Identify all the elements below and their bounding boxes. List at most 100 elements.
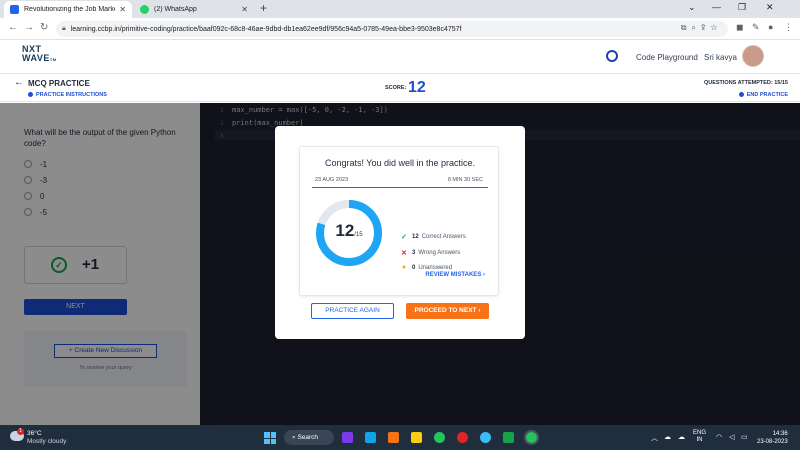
congrats-heading: Congrats! You did well in the practice. (324, 158, 476, 168)
code-playground-link[interactable]: Code Playground (636, 53, 698, 62)
review-mistakes-label: REVIEW MISTAKES (425, 272, 482, 278)
maximize-button[interactable]: ❐ (738, 2, 746, 13)
page-title: MCQ PRACTICE (28, 79, 90, 88)
clock-date: 23-08-2023 (757, 439, 788, 445)
address-bar[interactable]: 🔒︎ learning.ccbp.in/primitive-coding/pra… (56, 21, 728, 37)
browser-tab-strip: Revolutionizing the Job Market | ✕ (2) W… (0, 0, 800, 18)
teams-icon[interactable] (342, 432, 353, 443)
chrome-active-icon[interactable] (524, 430, 539, 445)
back-arrow-icon[interactable]: ← (14, 77, 24, 88)
url-text[interactable]: learning.ccbp.in/primitive-coding/practi… (71, 26, 462, 33)
profile-icon[interactable]: ● (768, 22, 773, 32)
language-line2: IN (696, 437, 703, 443)
info-icon (28, 92, 33, 98)
language-indicator[interactable]: ENG IN (693, 430, 706, 444)
logo-line2: WAVE (22, 53, 50, 63)
score-label: SCORE: (385, 85, 407, 91)
system-clock[interactable]: 14:36 23-08-2023 (757, 430, 788, 446)
results-card: Congrats! You did well in the practice. … (299, 146, 499, 296)
stat-label: Correct Answers (421, 234, 466, 240)
weather-temperature[interactable]: 36°C (27, 430, 42, 437)
practice-bar: ← MCQ PRACTICE PRACTICE INSTRUCTIONS SCO… (0, 74, 800, 102)
nxtwave-logo[interactable]: NXT WAVETM (22, 45, 57, 64)
windows-start-icon[interactable] (264, 432, 276, 444)
stat-label: Wrong Answers (418, 250, 461, 256)
volume-icon[interactable]: ◁ (729, 433, 734, 441)
whatsapp-icon (140, 5, 149, 14)
forward-icon[interactable]: → (24, 22, 34, 33)
stat-count: 3 (412, 250, 416, 256)
chevron-right-icon: › (483, 272, 485, 278)
end-icon (738, 92, 744, 98)
proceed-label: PROCEED TO NEXT (414, 307, 477, 314)
lock-icon[interactable]: 🔒︎ (62, 25, 66, 33)
score-total: /15 (354, 232, 363, 238)
wrong-answers-stat: ✕ 3 Wrong Answers (400, 249, 460, 257)
timer-icon[interactable] (606, 50, 618, 62)
practice-instructions-label: PRACTICE INSTRUCTIONS (36, 92, 107, 98)
correct-answers-stat: ✓ 12 Correct Answers (400, 233, 466, 241)
tab-title: (2) WhatsApp (154, 6, 197, 13)
file-explorer-icon[interactable] (411, 432, 422, 443)
stat-count: 0 (412, 264, 416, 271)
score-value: 12 (408, 79, 426, 96)
search-label: Search (297, 434, 319, 441)
stat-label: Unanswered (418, 264, 453, 271)
vlc-icon[interactable] (388, 432, 399, 443)
tab-title: Revolutionizing the Job Market | (24, 6, 116, 13)
puzzle-icon[interactable]: ✎ (752, 22, 760, 33)
clock-time: 14:36 (772, 431, 788, 437)
browser-toolbar: ← → ↻ 🔒︎ learning.ccbp.in/primitive-codi… (0, 18, 800, 40)
taskbar-search[interactable]: ⌕ Search (284, 430, 334, 445)
practice-again-button[interactable]: PRACTICE AGAIN (311, 303, 394, 319)
opera-icon[interactable] (457, 432, 468, 443)
wifi-icon[interactable]: ◠ (716, 433, 722, 441)
menu-icon[interactable]: ⋮ (784, 22, 793, 33)
back-icon[interactable]: ← (8, 22, 18, 33)
reload-icon[interactable]: ↻ (40, 22, 48, 33)
practice-date: 23 AUG 2023 (315, 177, 349, 183)
mail-icon[interactable] (365, 432, 376, 443)
stat-count: 12 (412, 234, 419, 240)
tab-job-market[interactable]: Revolutionizing the Job Market | ✕ (4, 1, 132, 18)
results-modal: Congrats! You did well in the practice. … (275, 126, 525, 339)
address-bar-actions-icon[interactable]: ⧉⌕⇪☆ (681, 23, 722, 33)
practice-duration: 8 MIN 30 SEC (447, 177, 483, 183)
review-mistakes-link[interactable]: REVIEW MISTAKES › (425, 272, 485, 278)
unanswered-stat: ● 0 Unanswered (400, 264, 452, 271)
end-practice-button[interactable]: END PRACTICE (738, 92, 788, 98)
onedrive-icon[interactable]: ☁ (678, 433, 685, 441)
chevron-up-icon[interactable]: ︿ (651, 433, 658, 443)
avatar[interactable] (742, 45, 764, 67)
telegram-icon[interactable] (480, 432, 491, 443)
notification-badge: 1 (17, 428, 24, 435)
cross-icon: ✕ (401, 250, 407, 257)
new-tab-button[interactable]: + (260, 1, 267, 15)
user-name[interactable]: Sri kavya (704, 53, 737, 62)
close-icon[interactable]: ✕ (241, 5, 248, 14)
dot-icon: ● (401, 264, 407, 271)
practice-instructions-link[interactable]: PRACTICE INSTRUCTIONS (28, 92, 107, 98)
chevron-right-icon: › (478, 307, 481, 314)
windows-taskbar: 1 36°C Mostly cloudy ⌕ Search ︿ ☁ ☁ ENG … (0, 425, 800, 450)
close-window-button[interactable]: ✕ (766, 2, 774, 13)
cloud-sync-icon[interactable]: ☁ (664, 433, 671, 441)
score-number: 12 (335, 221, 355, 240)
ccbp-favicon-icon (10, 5, 19, 14)
close-icon[interactable]: ✕ (119, 5, 126, 14)
end-practice-label: END PRACTICE (746, 92, 788, 98)
logo-tm: TM (49, 57, 57, 62)
weather-description[interactable]: Mostly cloudy (27, 438, 66, 445)
divider (312, 187, 488, 188)
score-readout: 12/15 (313, 221, 385, 241)
check-icon: ✓ (401, 234, 407, 241)
minimize-button[interactable]: — (712, 2, 721, 12)
proceed-to-next-button[interactable]: PROCEED TO NEXT › (406, 303, 489, 319)
excel-icon[interactable] (503, 432, 514, 443)
extension-icon[interactable]: ◼ (736, 22, 743, 33)
language-line1: ENG (693, 430, 707, 436)
tab-whatsapp[interactable]: (2) WhatsApp ✕ (134, 1, 254, 18)
tab-search-icon[interactable]: ⌄ (688, 2, 696, 13)
chrome-icon[interactable] (434, 432, 445, 443)
battery-icon[interactable]: ▭ (741, 433, 748, 441)
